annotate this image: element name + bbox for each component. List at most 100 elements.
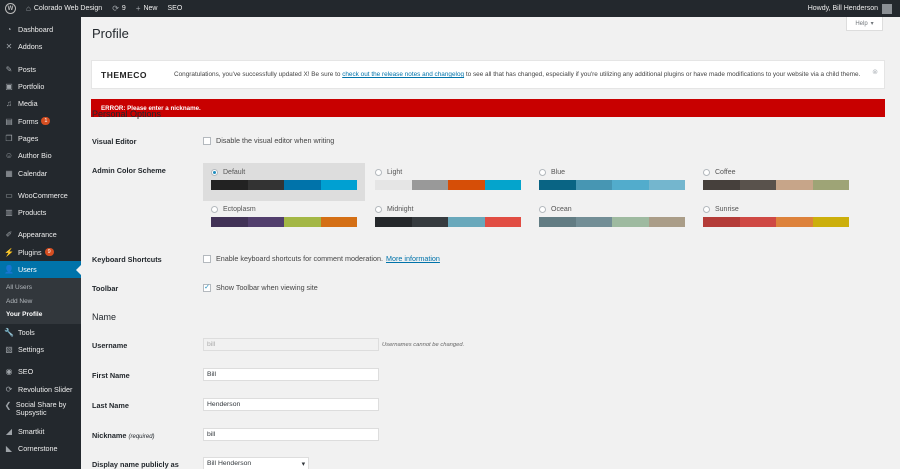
color-scheme-label: Admin Color Scheme: [92, 166, 166, 175]
menu-author-bio[interactable]: ☺ Author Bio: [0, 147, 81, 164]
dismiss-icon[interactable]: ⊗: [872, 68, 878, 76]
updates-link[interactable]: ⟳ 9: [107, 0, 131, 17]
display-name-select[interactable]: Bill Henderson ▾: [203, 457, 309, 469]
color-scheme-option[interactable]: Blue: [531, 163, 693, 201]
color-swatch: [648, 217, 685, 227]
submenu-add-new[interactable]: Add New: [0, 295, 81, 309]
menu-addons[interactable]: ✕ Addons: [0, 38, 81, 55]
settings-icon: ▧: [5, 345, 13, 355]
menu-calendar[interactable]: ▦ Calendar: [0, 164, 81, 181]
menu-plugins[interactable]: ⚡ Plugins 9: [0, 244, 81, 261]
menu-products[interactable]: ▥ Products: [0, 204, 81, 221]
refresh-icon: ⟳: [5, 384, 13, 394]
woocommerce-icon: ▭: [5, 190, 13, 200]
menu-seo[interactable]: ◉ SEO: [0, 363, 81, 380]
toolbar-option: ✓ Show Toolbar when viewing site: [203, 283, 318, 292]
site-name-link[interactable]: ⌂ Colorado Web Design: [21, 0, 107, 17]
color-scheme-option[interactable]: Light: [367, 163, 529, 201]
menu-woocommerce[interactable]: ▭ WooCommerce: [0, 187, 81, 204]
color-scheme-radio[interactable]: [703, 205, 710, 213]
color-swatch: [320, 180, 357, 190]
first-name-label: First Name: [92, 371, 130, 380]
menu-portfolio[interactable]: ▣ Portfolio: [0, 78, 81, 95]
color-swatch: [211, 217, 248, 227]
color-scheme-option[interactable]: Coffee: [695, 163, 857, 201]
menu-settings[interactable]: ▧ Settings: [0, 341, 81, 358]
menu-posts[interactable]: ✎ Posts: [0, 61, 81, 78]
page-title: Profile: [92, 26, 129, 41]
more-information-link[interactable]: More information: [386, 254, 440, 263]
help-tab-button[interactable]: Help ▾: [846, 17, 883, 31]
menu-users[interactable]: 👤 Users: [0, 260, 81, 279]
nickname-label: Nickname (required): [92, 431, 155, 440]
color-scheme-header: Sunrise: [703, 204, 849, 214]
color-swatch: [812, 217, 849, 227]
toolbar-label: Toolbar: [92, 284, 119, 293]
submenu-all-users[interactable]: All Users: [0, 281, 81, 295]
menu-forms[interactable]: ▤ Forms 1: [0, 112, 81, 129]
update-notice: THEMECO Congratulations, you've successf…: [91, 60, 885, 89]
color-swatch: [776, 180, 813, 190]
menu-social-share[interactable]: ❮ Social Share by Supsystic: [0, 398, 81, 423]
color-swatch: [812, 180, 849, 190]
color-scheme-header: Light: [375, 167, 521, 177]
color-swatches: [211, 180, 357, 190]
home-icon: ⌂: [26, 4, 31, 13]
plugin-icon: ⚡: [4, 247, 14, 257]
menu-dashboard[interactable]: ◔ Dashboard: [0, 21, 81, 38]
color-swatch: [776, 217, 813, 227]
color-swatch: [375, 180, 412, 190]
pages-icon: ❐: [5, 133, 13, 143]
menu-revolution-slider[interactable]: ⟳ Revolution Slider: [0, 381, 81, 398]
menu-pages[interactable]: ❐ Pages: [0, 130, 81, 147]
color-scheme-option[interactable]: Midnight: [367, 200, 529, 238]
last-name-field[interactable]: Henderson: [203, 398, 379, 411]
my-account-link[interactable]: Howdy, Bill Henderson: [808, 3, 900, 14]
color-scheme-option[interactable]: Sunrise: [695, 200, 857, 238]
new-content-link[interactable]: + New: [131, 0, 163, 17]
color-swatch: [703, 180, 740, 190]
color-scheme-option[interactable]: Default: [203, 163, 365, 201]
nickname-field[interactable]: bill: [203, 428, 379, 441]
submenu-your-profile[interactable]: Your Profile: [0, 308, 81, 322]
toolbar-checkbox[interactable]: ✓: [203, 283, 211, 292]
caret-down-icon: ▾: [301, 460, 305, 468]
seo-link[interactable]: SEO: [163, 0, 188, 17]
menu-tools[interactable]: 🔧 Tools: [0, 324, 81, 341]
color-scheme-option[interactable]: Ocean: [531, 200, 693, 238]
first-name-field[interactable]: Bill: [203, 368, 379, 381]
color-scheme-radio[interactable]: [211, 168, 218, 176]
avatar: [882, 3, 892, 14]
caret-down-icon: ▾: [870, 21, 874, 27]
color-scheme-radio[interactable]: [375, 205, 382, 213]
addons-icon: ✕: [5, 42, 13, 52]
products-icon: ▥: [5, 208, 13, 218]
menu-cornerstone[interactable]: ◣ Cornerstone: [0, 440, 81, 457]
color-swatch: [284, 217, 321, 227]
color-scheme-header: Blue: [539, 167, 685, 177]
smartkit-icon: ◢: [5, 426, 13, 436]
color-scheme-option[interactable]: Ectoplasm: [203, 200, 365, 238]
color-swatches: [703, 180, 849, 190]
menu-media[interactable]: ♫ Media: [0, 95, 81, 112]
keyboard-shortcuts-checkbox[interactable]: [203, 254, 211, 263]
color-swatch: [211, 180, 248, 190]
color-scheme-radio[interactable]: [703, 168, 710, 176]
menu-smartkit[interactable]: ◢ Smartkit: [0, 423, 81, 440]
wordpress-icon: W: [5, 3, 16, 14]
display-name-label: Display name publicly as: [92, 460, 179, 469]
color-scheme-radio[interactable]: [539, 205, 546, 213]
color-swatches: [539, 217, 685, 227]
color-scheme-header: Midnight: [375, 204, 521, 214]
visual-editor-checkbox[interactable]: [203, 136, 211, 145]
color-swatch: [575, 217, 612, 227]
wp-logo-menu[interactable]: W: [0, 0, 21, 17]
menu-appearance[interactable]: ✐ Appearance: [0, 226, 81, 243]
release-notes-link[interactable]: check out the release notes and changelo…: [342, 71, 464, 78]
admin-sidebar: ◔ Dashboard ✕ Addons ✎ Posts ▣ Portfolio ♫ Me…: [0, 17, 81, 469]
username-field: bill: [203, 338, 379, 351]
color-scheme-radio[interactable]: [375, 168, 382, 176]
color-swatches: [703, 217, 849, 227]
color-scheme-radio[interactable]: [539, 168, 546, 176]
color-scheme-radio[interactable]: [211, 205, 218, 213]
